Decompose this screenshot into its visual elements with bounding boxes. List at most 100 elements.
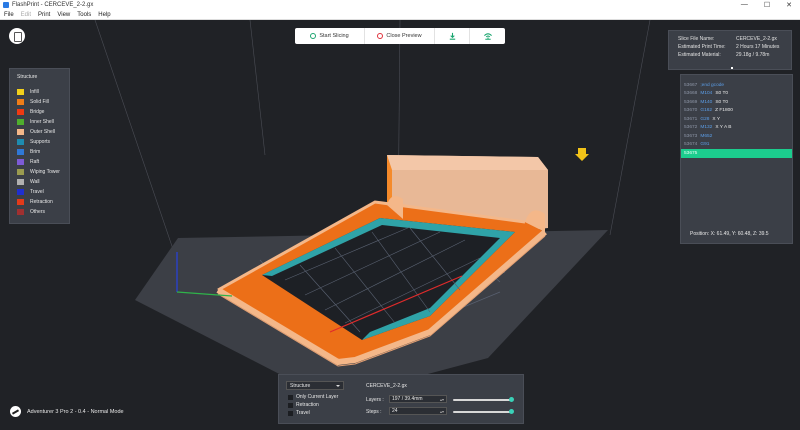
gcode-line-number: 53671: [684, 116, 698, 122]
gcode-line[interactable]: 53668 M104 S0 T0: [681, 90, 792, 99]
material-label: Estimated Material:: [678, 52, 721, 58]
start-slicing-label: Start Slicing: [319, 33, 349, 39]
window-controls: — ☐ ✕: [741, 1, 800, 9]
gcode-line[interactable]: 53674 G91: [681, 141, 792, 150]
gcode-line[interactable]: 53672 M132 X Y A B: [681, 124, 792, 133]
gcode-line-number: 53675: [684, 150, 698, 156]
chevron-down-icon: [336, 384, 340, 387]
arrow-marker-icon: [575, 148, 589, 161]
only-current-layer-checkbox[interactable]: Only Current Layer: [288, 394, 338, 400]
menu-view[interactable]: View: [57, 12, 70, 18]
layer-controls-panel: Structure Only Current Layer Retraction …: [278, 374, 524, 424]
steps-field[interactable]: 24 ▴▾: [389, 407, 447, 415]
travel-label: Travel: [296, 410, 310, 416]
legend-item: Outer Shell: [17, 127, 69, 137]
minimize-button[interactable]: —: [741, 1, 748, 9]
legend-swatch: [17, 209, 24, 215]
travel-checkbox[interactable]: Travel: [288, 410, 310, 416]
layers-label: Layers :: [366, 397, 384, 403]
gcode-line[interactable]: 53667 ;end gcode: [681, 81, 792, 90]
legend-swatch: [17, 169, 24, 175]
legend-label: Wiping Tower: [30, 169, 60, 175]
gcode-line[interactable]: 53673 M652: [681, 132, 792, 141]
menu-tools[interactable]: Tools: [77, 12, 91, 18]
legend-label: Others: [30, 209, 46, 215]
gcode-line-number: 53669: [684, 99, 698, 105]
spinner-icon[interactable]: ▴▾: [440, 409, 444, 414]
steps-slider[interactable]: [453, 409, 514, 414]
send-to-printer-button[interactable]: [470, 28, 505, 44]
gcode-arguments: S0 T0: [715, 99, 729, 105]
gcode-command: G91: [700, 142, 710, 148]
maximize-button[interactable]: ☐: [764, 1, 770, 9]
layers-slider-handle[interactable]: [509, 397, 514, 402]
printer-logo-icon: [10, 406, 21, 417]
gcode-panel[interactable]: 53667 ;end gcode 53668 M104 S0 T0 53669 M140 S0…: [680, 74, 793, 244]
legend-item: Others: [17, 207, 69, 217]
legend-swatch: [17, 179, 24, 185]
menu-help[interactable]: Help: [98, 12, 110, 18]
gcode-command: M652: [700, 133, 713, 139]
legend-swatch: [17, 159, 24, 165]
legend-swatch: [17, 129, 24, 135]
gcode-command: ;end gcode: [700, 82, 725, 88]
download-icon: [449, 32, 455, 40]
gcode-line-number: 53667: [684, 82, 698, 88]
position-readout: Position: X: 61.49, Y: 60.48, Z: 39.5: [690, 231, 769, 237]
retraction-label: Retraction: [296, 402, 319, 408]
close-window-button[interactable]: ✕: [786, 1, 792, 9]
status-bar: Adventurer 3 Pro 2 - 0.4 - Normal Mode: [10, 406, 124, 417]
steps-slider-handle[interactable]: [509, 409, 514, 414]
gcode-line[interactable]: 53671 G28 X Y: [681, 115, 792, 124]
close-preview-button[interactable]: Close Preview: [365, 28, 435, 44]
menu-bar: File Edit Print View Tools Help: [0, 10, 800, 20]
legend-label: Brim: [30, 149, 41, 155]
slice-info-panel: Slice File Name: CERCEVE_2-2.gx Estimated…: [668, 30, 792, 70]
legend-label: Raft: [30, 159, 40, 165]
layers-field[interactable]: 197 / 39.4mm ▴▾: [389, 395, 447, 403]
legend-item: Brim: [17, 147, 69, 157]
view-mode-select[interactable]: Structure: [286, 381, 344, 390]
material-value: 29.18g / 9.78m: [736, 52, 770, 58]
legend-swatch: [17, 199, 24, 205]
file-name-value: CERCEVE_2-2.gx: [736, 36, 777, 42]
menu-file[interactable]: File: [4, 12, 14, 18]
legend-swatch: [17, 189, 24, 195]
legend-swatch: [17, 99, 24, 105]
title-bar: FlashPrint - CERCEVE_2-2.gx — ☐ ✕: [0, 0, 800, 10]
menu-print[interactable]: Print: [38, 12, 50, 18]
legend-item: Supports: [17, 137, 69, 147]
view-mode-value: Structure: [290, 382, 311, 389]
export-button[interactable]: [435, 28, 470, 44]
steps-value: 24: [392, 408, 398, 414]
gcode-line[interactable]: 53669 M140 S0 T0: [681, 98, 792, 107]
gcode-line-number: 53668: [684, 91, 698, 97]
gcode-line[interactable]: 53670 G162 Z F1800: [681, 107, 792, 116]
file-icon[interactable]: [9, 28, 25, 44]
retraction-checkbox[interactable]: Retraction: [288, 402, 319, 408]
gcode-command: M132: [700, 125, 713, 131]
gcode-command: G28: [700, 116, 710, 122]
menu-edit[interactable]: Edit: [21, 12, 31, 18]
layers-slider[interactable]: [453, 397, 514, 402]
gcode-line-number: 53673: [684, 133, 698, 139]
gcode-line-number: 53672: [684, 125, 698, 131]
gcode-command: M104: [700, 91, 713, 97]
start-slicing-button[interactable]: Start Slicing: [295, 28, 365, 44]
app-icon: [3, 2, 9, 8]
gcode-arguments: Z F1800: [715, 108, 733, 114]
file-name-label: Slice File Name:: [678, 36, 715, 42]
gcode-line[interactable]: 53675: [681, 149, 792, 158]
legend-label: Wall: [30, 179, 40, 185]
legend-label: Bridge: [30, 109, 45, 115]
preview-file-name: CERCEVE_2-2.gx: [366, 383, 407, 389]
legend-swatch: [17, 89, 24, 95]
gcode-arguments: X Y: [712, 116, 721, 122]
spinner-icon[interactable]: ▴▾: [440, 397, 444, 402]
legend-item: Bridge: [17, 107, 69, 117]
no-entry-icon: [377, 33, 384, 39]
close-preview-label: Close Preview: [386, 33, 422, 39]
print-time-label: Estimated Print Time:: [678, 44, 726, 50]
legend-swatch: [17, 139, 24, 145]
legend-item: Wall: [17, 177, 69, 187]
